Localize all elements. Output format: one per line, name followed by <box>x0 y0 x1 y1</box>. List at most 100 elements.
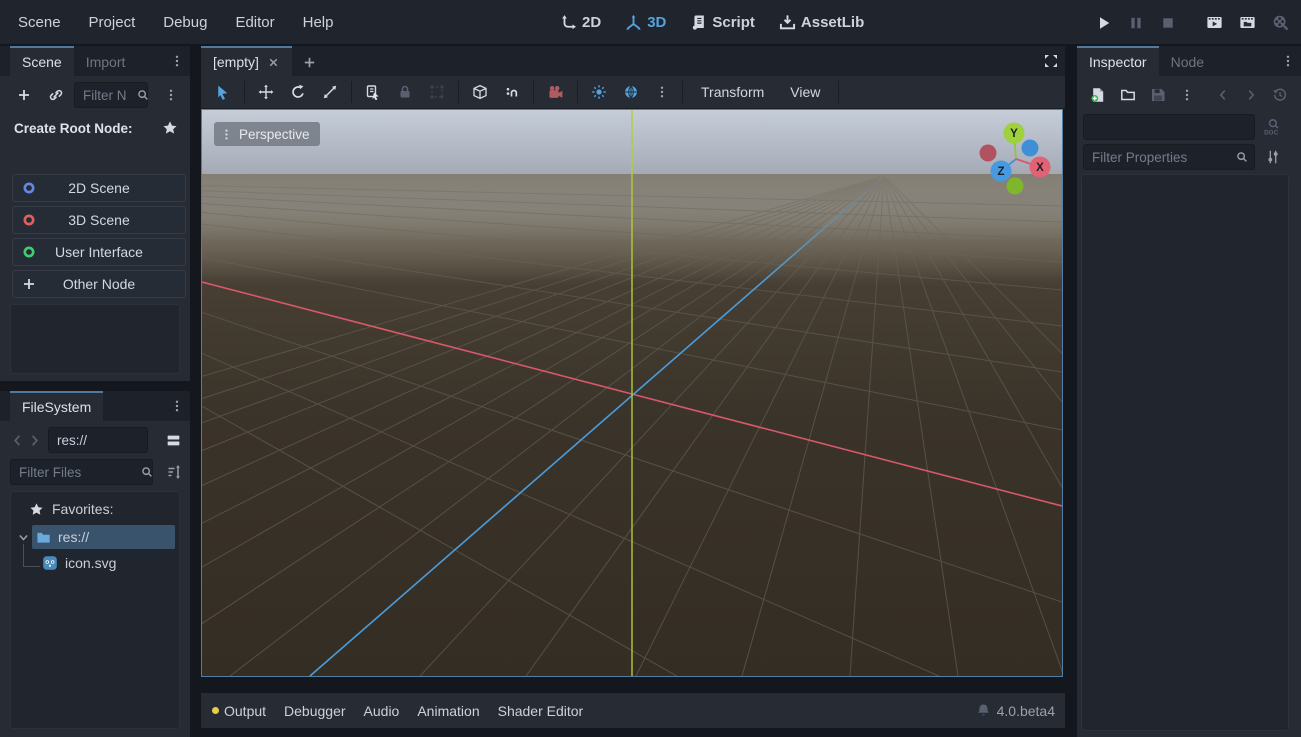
viewport-3d[interactable]: Y X Z Perspective <box>201 109 1063 677</box>
toggle-split-mode-button[interactable] <box>165 432 182 449</box>
tree-item-label: icon.svg <box>65 555 116 571</box>
create-3d-scene-button[interactable]: 3D Scene <box>12 206 186 234</box>
preview-environment-button[interactable] <box>615 84 647 100</box>
list-select-icon <box>365 84 381 100</box>
play-scene-button[interactable] <box>1206 14 1223 31</box>
menu-debug[interactable]: Debug <box>149 0 221 45</box>
movie-maker-mode-button[interactable] <box>1272 14 1289 31</box>
transform-menu[interactable]: Transform <box>688 84 777 100</box>
create-other-node-button[interactable]: Other Node <box>12 270 186 298</box>
edited-object-history-button[interactable] <box>1265 87 1295 103</box>
sun-environ-settings-button[interactable] <box>647 85 677 99</box>
stop-button[interactable] <box>1160 15 1176 31</box>
list-select-button[interactable] <box>357 84 389 100</box>
open-documentation-button[interactable] <box>1263 118 1281 136</box>
gizmo-neg-y-ball[interactable] <box>1007 178 1024 195</box>
tab-scene[interactable]: Scene <box>10 46 74 76</box>
workspace-script-button[interactable]: Script <box>678 0 767 45</box>
workspace-3d-button[interactable]: 3D <box>613 0 678 45</box>
resource-extra-menu-button[interactable] <box>1173 88 1201 102</box>
search-icon <box>136 88 150 102</box>
property-tools-button[interactable] <box>1265 149 1281 165</box>
lock-selected-button[interactable] <box>389 84 421 100</box>
play-button[interactable] <box>1096 15 1112 31</box>
bottom-tab-shader-editor[interactable]: Shader Editor <box>489 703 593 719</box>
close-icon[interactable] <box>267 56 280 69</box>
group-selected-button[interactable] <box>421 84 453 100</box>
bottom-tab-output[interactable]: Output <box>201 703 275 719</box>
create-2d-scene-button[interactable]: 2D Scene <box>12 174 186 202</box>
rotate-mode-button[interactable] <box>282 84 314 100</box>
tree-row-icon-svg[interactable]: icon.svg <box>11 550 179 576</box>
workspace-2d-button[interactable]: 2D <box>548 0 613 45</box>
chevron-down-icon[interactable] <box>17 531 30 544</box>
camera-icon <box>547 84 564 101</box>
play-custom-scene-button[interactable] <box>1239 14 1256 31</box>
instance-scene-button[interactable] <box>42 87 70 103</box>
plus-icon <box>21 276 37 292</box>
scale-mode-button[interactable] <box>314 84 346 100</box>
toolbar-separator <box>458 81 459 103</box>
inspector-menu-button[interactable] <box>1275 46 1301 76</box>
vertical-dots-icon <box>170 399 184 413</box>
resource-name-input[interactable] <box>1083 114 1255 140</box>
new-scene-tab-button[interactable] <box>292 46 327 76</box>
workspace-assetlib-button[interactable]: AssetLib <box>767 0 876 45</box>
select-mode-button[interactable] <box>201 84 239 101</box>
file-sort-button[interactable] <box>166 464 182 480</box>
tab-node-label: Node <box>1171 54 1204 70</box>
scene-dock-menu-button[interactable] <box>164 46 190 76</box>
favorites-star-icon[interactable] <box>162 120 178 136</box>
add-node-button[interactable] <box>10 87 38 103</box>
bottom-tab-audio[interactable]: Audio <box>355 703 409 719</box>
history-forward-button[interactable] <box>1237 88 1265 102</box>
tab-import[interactable]: Import <box>74 46 138 76</box>
filter-files-input[interactable] <box>10 459 153 485</box>
bottom-tab-animation[interactable]: Animation <box>408 703 488 719</box>
load-resource-button[interactable] <box>1113 87 1143 103</box>
view-menu[interactable]: View <box>777 84 833 100</box>
filesystem-menu-button[interactable] <box>164 391 190 421</box>
current-path-input[interactable] <box>48 427 148 453</box>
nav-back-button[interactable] <box>10 433 25 448</box>
move-mode-button[interactable] <box>250 84 282 100</box>
skeleton-icon <box>504 84 520 100</box>
save-resource-button[interactable] <box>1143 87 1173 103</box>
tab-inspector-label: Inspector <box>1089 54 1147 70</box>
filter-properties-input[interactable] <box>1083 144 1255 170</box>
gizmo-neg-x-ball[interactable] <box>980 145 997 162</box>
bottom-tab-debugger[interactable]: Debugger <box>275 703 355 719</box>
gizmo-z-label: Z <box>997 166 1004 178</box>
menu-project[interactable]: Project <box>75 0 150 45</box>
nav-forward-button[interactable] <box>27 433 42 448</box>
3d-axes-icon <box>625 14 642 31</box>
scene-tree-empty-area <box>10 304 180 374</box>
preview-sun-button[interactable] <box>583 84 615 100</box>
snap-mesh-button[interactable] <box>464 84 496 100</box>
pause-button[interactable] <box>1128 15 1144 31</box>
menu-editor[interactable]: Editor <box>221 0 288 45</box>
button-label: 2D Scene <box>13 180 185 196</box>
toolbar-separator <box>533 81 534 103</box>
scene-tab-empty[interactable]: [empty] <box>201 46 292 76</box>
tab-inspector[interactable]: Inspector <box>1077 46 1159 76</box>
create-user-interface-button[interactable]: User Interface <box>12 238 186 266</box>
tab-node[interactable]: Node <box>1159 46 1216 76</box>
inspector-dock: Inspector Node <box>1077 46 1301 737</box>
new-resource-button[interactable] <box>1083 87 1113 103</box>
favorites-header[interactable]: Favorites: <box>29 496 179 522</box>
tab-filesystem[interactable]: FileSystem <box>10 391 103 421</box>
menu-help[interactable]: Help <box>289 0 348 45</box>
history-back-button[interactable] <box>1209 88 1237 102</box>
menu-scene[interactable]: Scene <box>4 0 75 45</box>
scene-tree-menu-button[interactable] <box>160 88 182 102</box>
preview-camera-button[interactable] <box>539 84 572 101</box>
projection-menu[interactable]: Perspective <box>214 122 320 146</box>
distraction-free-button[interactable] <box>1037 46 1065 76</box>
version-info[interactable]: 4.0.beta4 <box>976 703 1065 719</box>
skeleton-options-button[interactable] <box>496 84 528 100</box>
filesystem-dock: FileSystem Favorites: <box>0 391 190 737</box>
toolbar-separator <box>682 81 683 103</box>
gizmo-neg-z-ball[interactable] <box>1022 140 1039 157</box>
notification-bell-icon[interactable] <box>976 703 991 718</box>
